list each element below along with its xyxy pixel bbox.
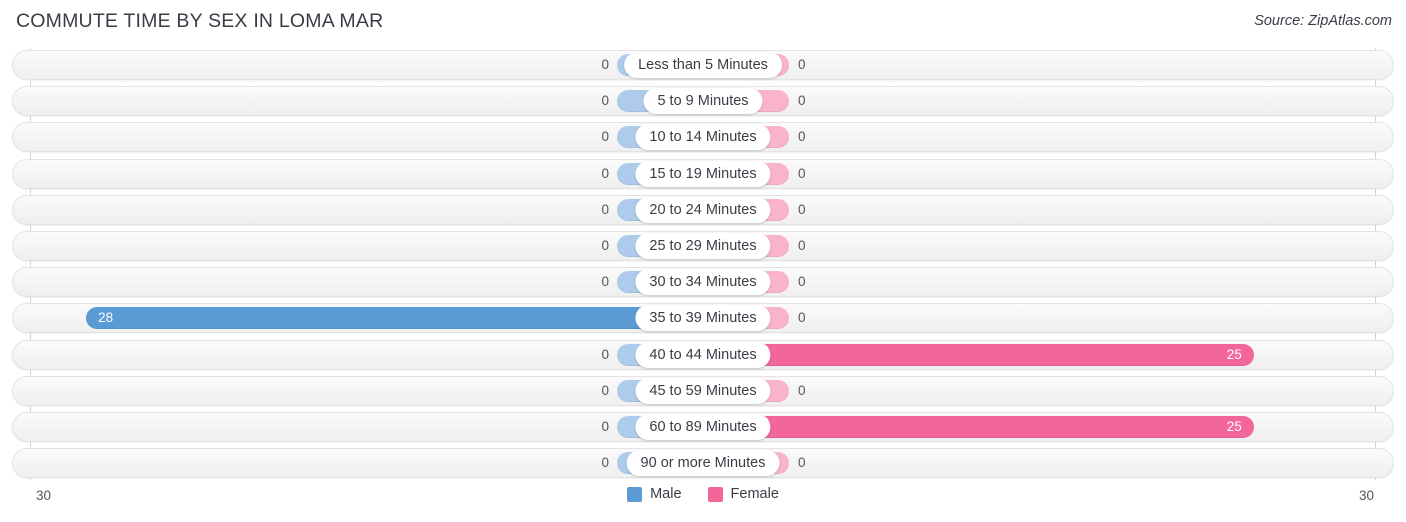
- row-bars: 0 0 30 to 34 Minutes: [12, 267, 1394, 297]
- chart-row: 0 0 Less than 5 Minutes: [12, 50, 1394, 80]
- chart-row: 0 0 30 to 34 Minutes: [12, 267, 1394, 298]
- category-label: 45 to 59 Minutes: [635, 377, 771, 404]
- chart-header: COMMUTE TIME BY SEX IN LOMA MAR Source: …: [0, 0, 1406, 44]
- bar-value-male: 0: [601, 165, 609, 181]
- category-label: 5 to 9 Minutes: [643, 88, 763, 115]
- row-bars: 0 0 20 to 24 Minutes: [12, 195, 1394, 225]
- category-label: 90 or more Minutes: [626, 450, 780, 477]
- bar-female[interactable]: [703, 416, 1254, 438]
- chart-row: 0 0 5 to 9 Minutes: [12, 86, 1394, 117]
- bar-value-male: 28: [98, 310, 114, 326]
- chart-row: 0 25 60 to 89 Minutes: [12, 412, 1394, 442]
- chart-row: 0 25 40 to 44 Minutes: [12, 339, 1394, 370]
- chart-container: COMMUTE TIME BY SEX IN LOMA MAR Source: …: [0, 0, 1406, 522]
- chart-row: 0 0 25 to 29 Minutes: [12, 231, 1394, 261]
- row-bars: 0 25 40 to 44 Minutes: [12, 340, 1394, 370]
- chart-row: 0 0 10 to 14 Minutes: [12, 122, 1394, 153]
- chart-row: 0 0 45 to 59 Minutes: [12, 375, 1394, 406]
- bar-value-male: 0: [601, 201, 609, 217]
- chart-row: 0 0 20 to 24 Minutes: [12, 194, 1394, 225]
- bar-value-female: 0: [798, 129, 806, 145]
- category-label: Less than 5 Minutes: [624, 52, 782, 78]
- bar-value-female: 0: [798, 238, 806, 253]
- category-label: 35 to 39 Minutes: [635, 305, 771, 332]
- row-bars: 0 0 90 or more Minutes: [12, 448, 1394, 478]
- chart-footer: 30 30 Male Female: [0, 480, 1406, 522]
- row-bars: 0 0 25 to 29 Minutes: [12, 231, 1394, 261]
- category-label: 25 to 29 Minutes: [635, 233, 771, 259]
- page-title: COMMUTE TIME BY SEX IN LOMA MAR: [16, 10, 384, 32]
- bar-value-male: 0: [601, 93, 609, 109]
- legend-label-male: Male: [650, 486, 682, 502]
- plot-area: 0 0 Less than 5 Minutes 0 0 5 to 9 Minutes 0 0 1…: [0, 48, 1406, 480]
- bar-value-female: 25: [1226, 419, 1242, 434]
- category-label: 20 to 24 Minutes: [635, 196, 771, 223]
- legend-swatch-female-icon: [707, 486, 723, 502]
- bar-value-female: 0: [798, 93, 806, 109]
- chart-legend: Male Female: [0, 486, 1406, 502]
- bar-value-male: 0: [601, 238, 609, 253]
- bar-value-male: 0: [601, 346, 609, 362]
- source-attribution: Source: ZipAtlas.com: [1254, 13, 1392, 29]
- legend-label-female: Female: [730, 486, 779, 502]
- bar-female[interactable]: [703, 343, 1254, 366]
- bar-value-male: 0: [601, 274, 609, 290]
- bar-value-male: 0: [601, 57, 609, 72]
- bar-value-female: 0: [798, 382, 806, 398]
- category-label: 40 to 44 Minutes: [635, 341, 771, 368]
- row-bars: 0 0 Less than 5 Minutes: [12, 50, 1394, 80]
- bar-value-female: 0: [798, 57, 806, 72]
- bar-value-male: 0: [601, 129, 609, 145]
- bar-value-male: 0: [601, 382, 609, 398]
- bar-value-male: 0: [601, 419, 609, 434]
- bar-value-female: 25: [1226, 346, 1242, 362]
- category-label: 15 to 19 Minutes: [635, 160, 771, 187]
- legend-swatch-male-icon: [627, 486, 643, 502]
- chart-row: 28 0 35 to 39 Minutes: [12, 303, 1394, 334]
- bar-value-female: 0: [798, 310, 806, 326]
- bar-value-female: 0: [798, 455, 806, 471]
- bar-value-female: 0: [798, 201, 806, 217]
- chart-row: 0 0 90 or more Minutes: [12, 448, 1394, 479]
- category-label: 60 to 89 Minutes: [635, 414, 771, 440]
- row-bars: 0 0 5 to 9 Minutes: [12, 86, 1394, 116]
- row-bars: 0 0 45 to 59 Minutes: [12, 376, 1394, 406]
- bar-male[interactable]: [86, 307, 703, 330]
- bar-value-female: 0: [798, 274, 806, 290]
- bar-value-male: 0: [601, 455, 609, 471]
- bar-value-female: 0: [798, 165, 806, 181]
- row-bars: 28 0 35 to 39 Minutes: [12, 303, 1394, 333]
- chart-row: 0 0 15 to 19 Minutes: [12, 158, 1394, 189]
- row-bars: 0 0 15 to 19 Minutes: [12, 159, 1394, 189]
- category-label: 30 to 34 Minutes: [635, 269, 771, 296]
- row-bars: 0 0 10 to 14 Minutes: [12, 122, 1394, 152]
- row-bars: 0 25 60 to 89 Minutes: [12, 412, 1394, 442]
- category-label: 10 to 14 Minutes: [635, 124, 771, 151]
- legend-item-female[interactable]: Female: [707, 486, 779, 502]
- legend-item-male[interactable]: Male: [627, 486, 682, 502]
